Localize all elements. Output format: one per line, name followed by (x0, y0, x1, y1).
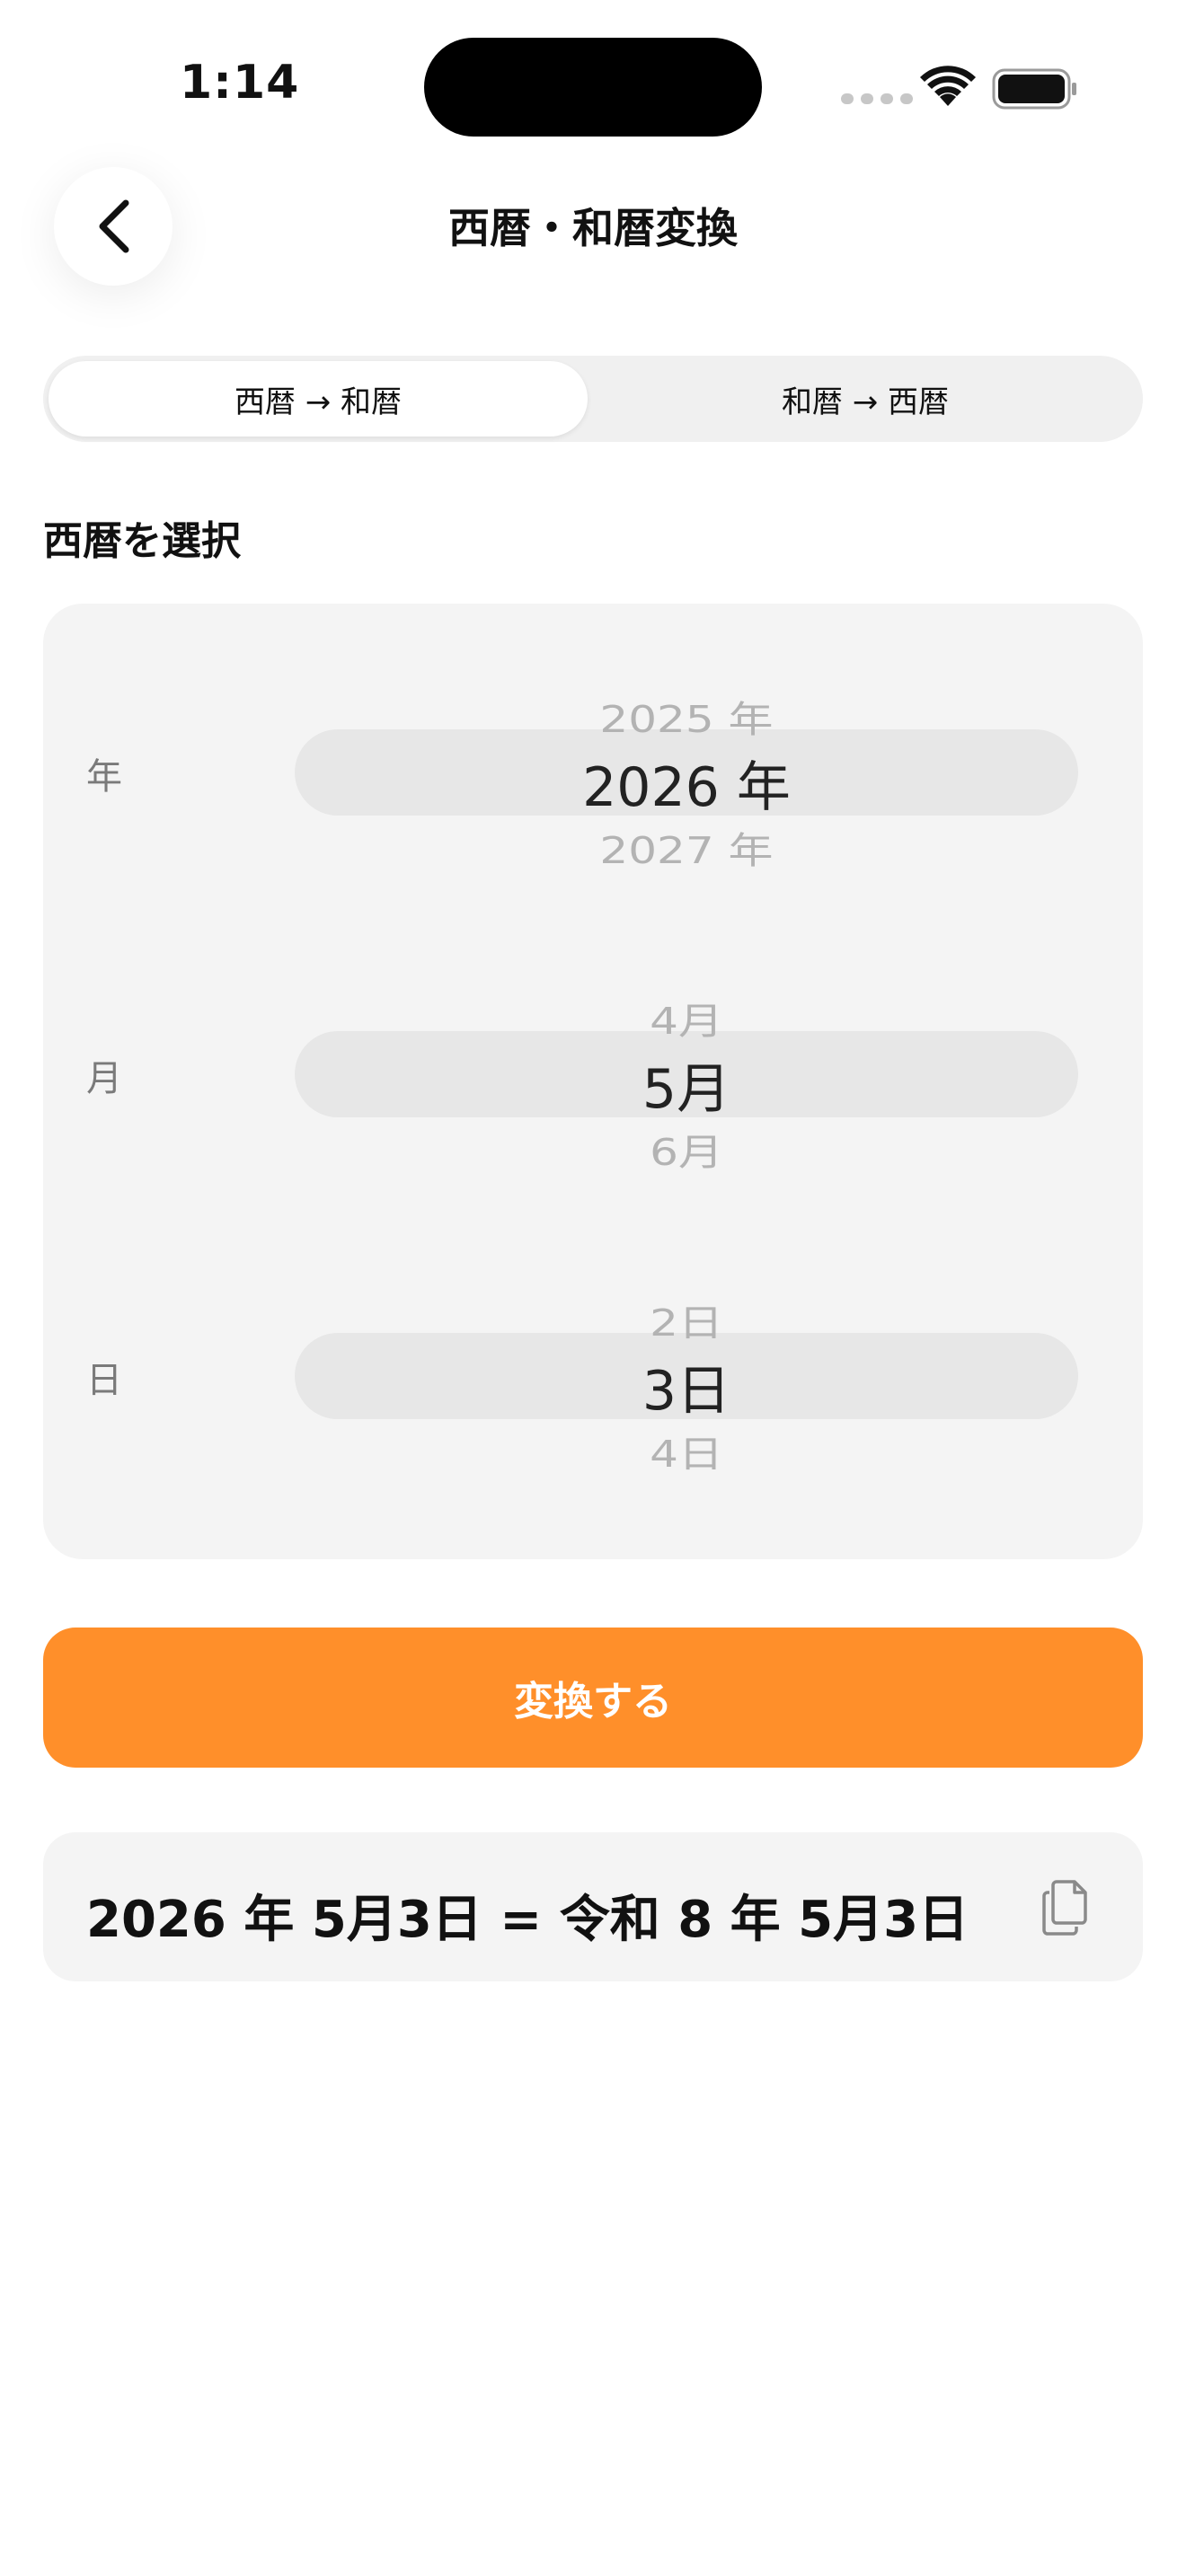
conversion-direction-tabs: 西暦 → 和暦 和暦 → 西暦 (43, 356, 1143, 442)
year-label: 年 (86, 756, 122, 798)
status-bar: 1:14 (0, 0, 1186, 171)
month-wheel[interactable]: 4月 5月 6月 (295, 959, 1078, 1175)
year-option-selected[interactable]: 2026 年 (295, 744, 1078, 822)
copy-icon (1042, 1880, 1087, 1936)
date-picker-card: 年 2025 年 2026 年 2027 年 月 4月 5月 6月 日 2日 3… (43, 604, 1143, 1559)
tab-japanese-to-western[interactable]: 和暦 → 西暦 (593, 361, 1137, 437)
month-option-next[interactable]: 6月 (295, 1123, 1078, 1176)
section-label: 西暦を選択 (43, 518, 241, 564)
year-wheel[interactable]: 2025 年 2026 年 2027 年 (295, 657, 1078, 873)
conversion-result: 2026 年 5月3日 = 令和 8 年 5月3日 (86, 1891, 969, 1949)
day-picker-row: 日 2日 3日 4日 (43, 1261, 1143, 1477)
day-option-prev[interactable]: 2日 (295, 1293, 1078, 1346)
year-option-prev[interactable]: 2025 年 (295, 690, 1078, 743)
year-picker-row: 年 2025 年 2026 年 2027 年 (43, 657, 1143, 873)
month-option-prev[interactable]: 4月 (295, 992, 1078, 1045)
wifi-icon (920, 66, 976, 106)
day-label: 日 (86, 1360, 122, 1401)
copy-button[interactable] (1030, 1872, 1102, 1944)
day-option-next[interactable]: 4日 (295, 1425, 1078, 1478)
page-title: 西暦・和暦変換 (448, 204, 738, 252)
tab-western-to-japanese[interactable]: 西暦 → 和暦 (49, 361, 588, 437)
month-option-selected[interactable]: 5月 (295, 1045, 1078, 1124)
dynamic-island (424, 38, 762, 137)
day-wheel[interactable]: 2日 3日 4日 (295, 1261, 1078, 1477)
day-option-selected[interactable]: 3日 (295, 1347, 1078, 1425)
month-label: 月 (86, 1058, 122, 1099)
convert-button[interactable]: 変換する (43, 1628, 1143, 1768)
result-card: 2026 年 5月3日 = 令和 8 年 5月3日 (43, 1832, 1143, 1981)
year-option-next[interactable]: 2027 年 (295, 821, 1078, 874)
battery-icon (992, 68, 1076, 110)
month-picker-row: 月 4月 5月 6月 (43, 959, 1143, 1175)
status-time: 1:14 (180, 56, 300, 110)
cellular-signal-icon (841, 93, 913, 104)
